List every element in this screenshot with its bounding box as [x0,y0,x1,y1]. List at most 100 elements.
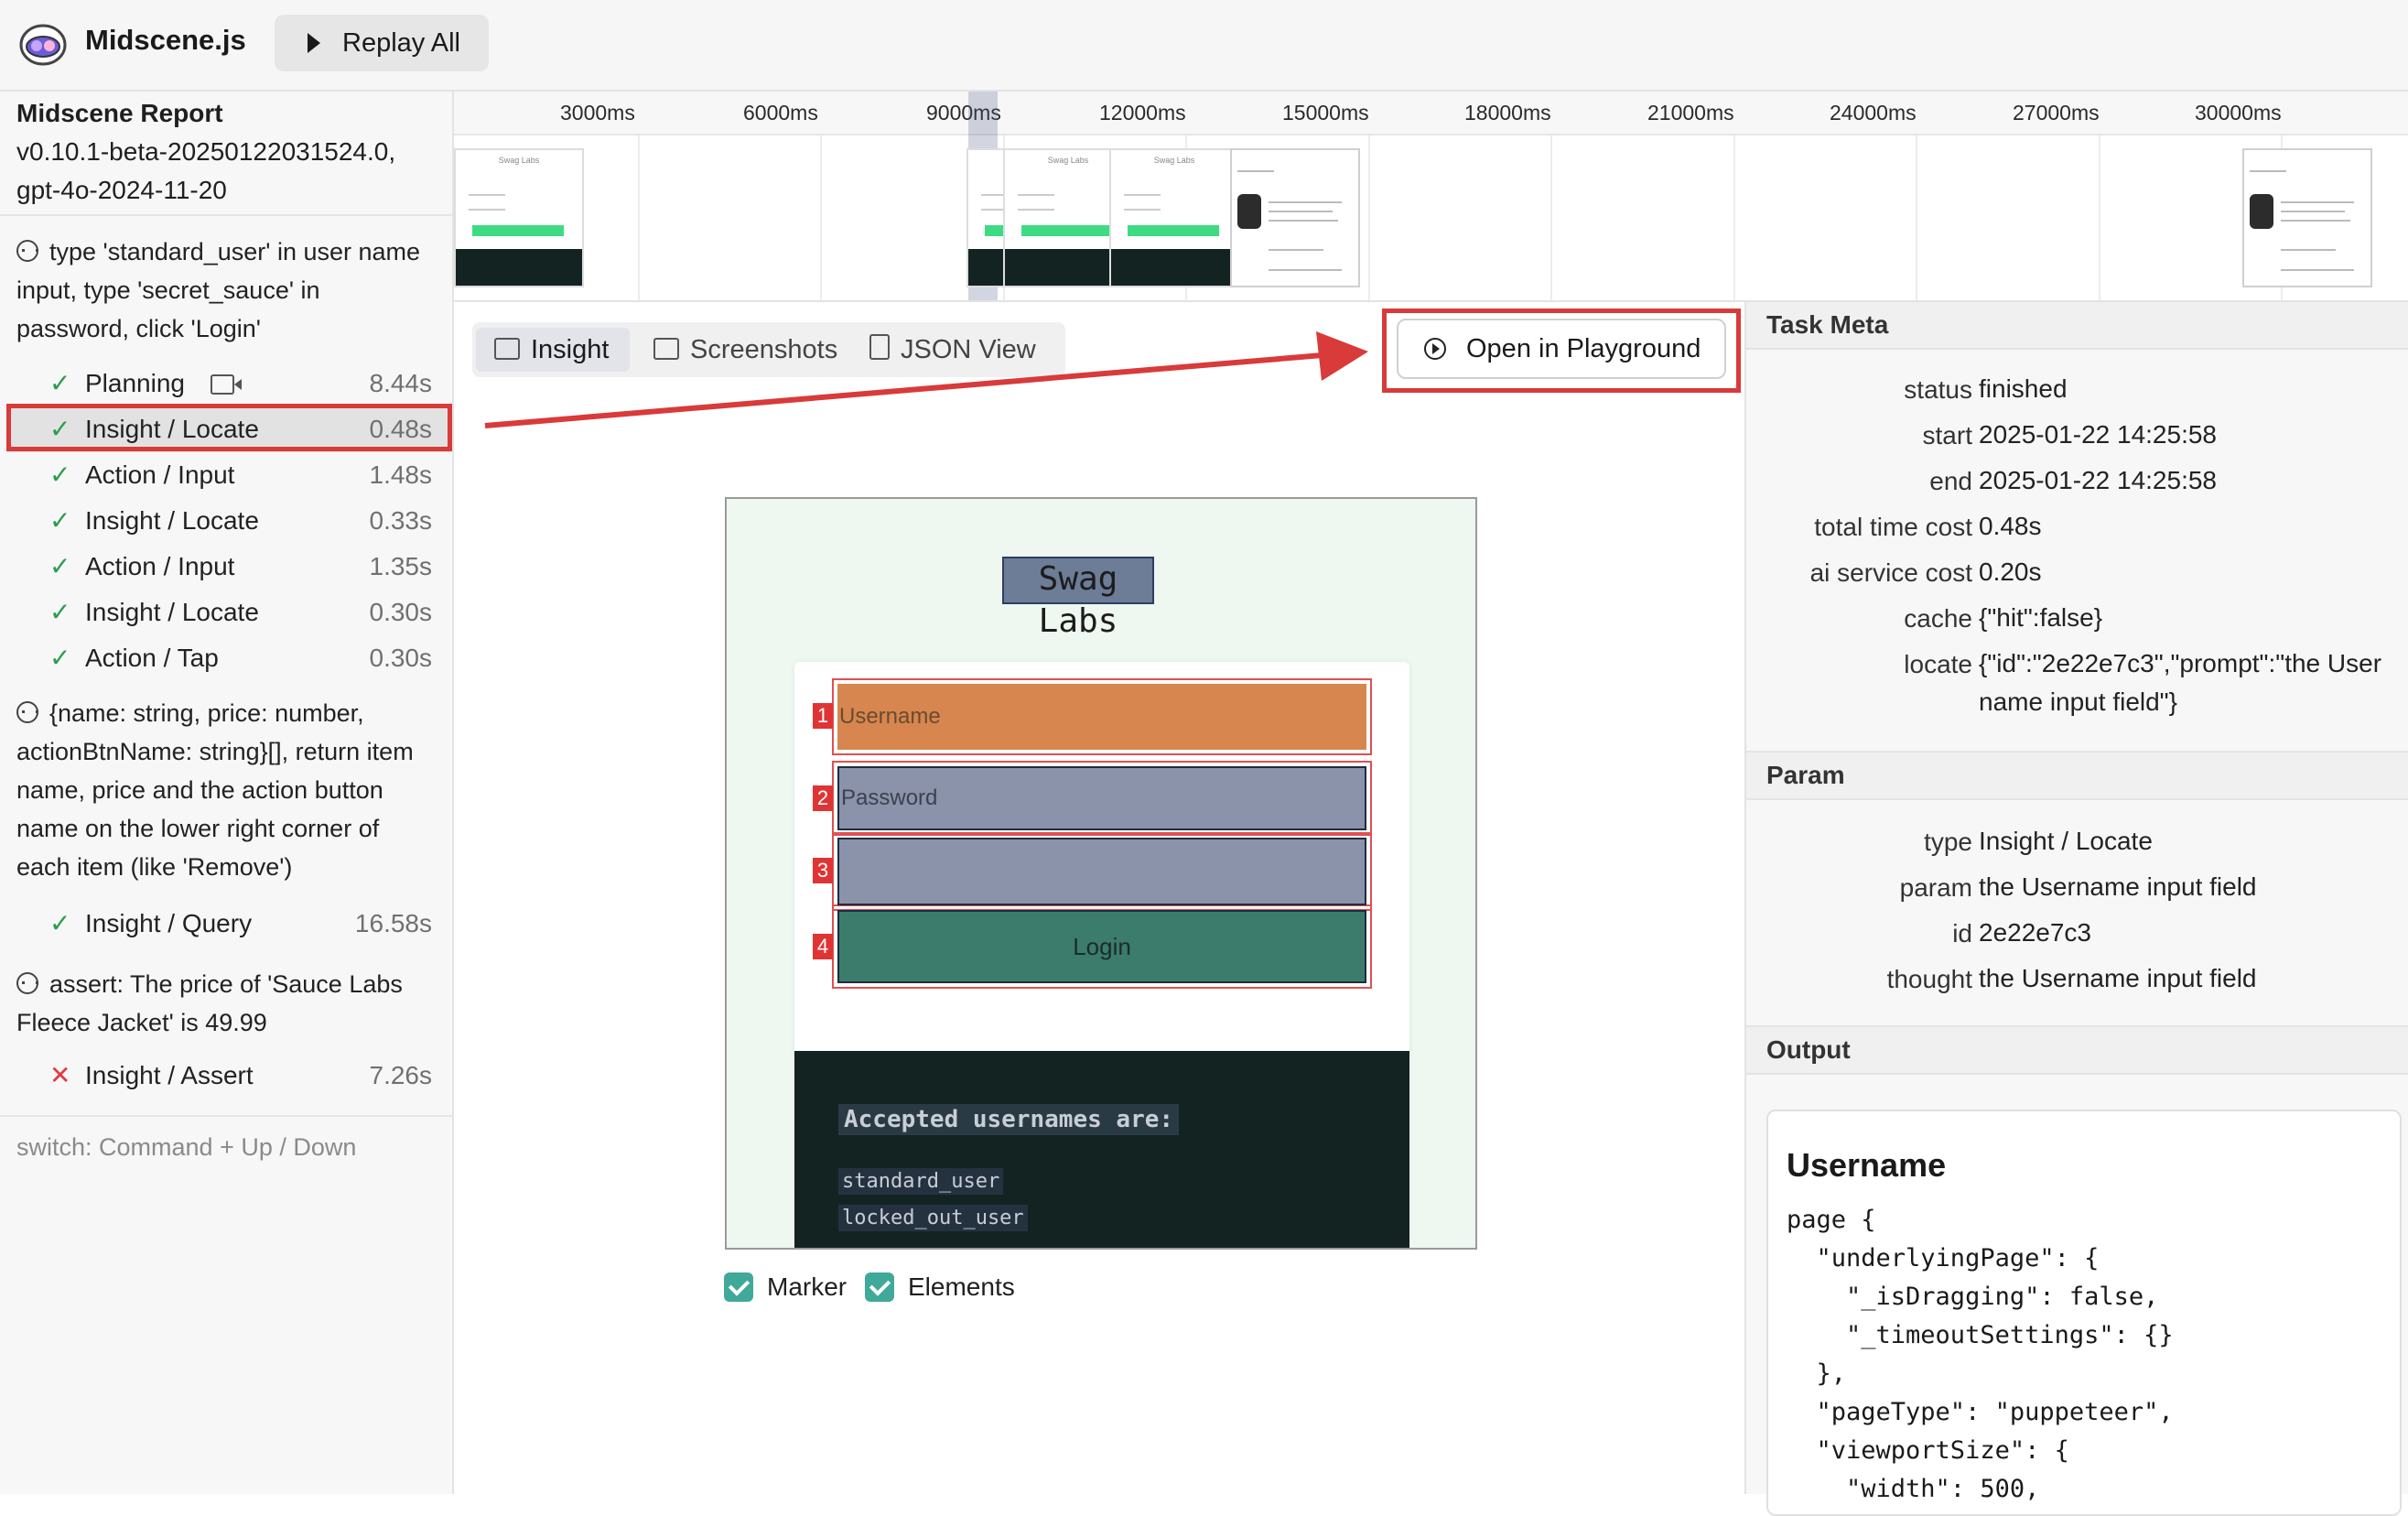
marker-toggle[interactable]: Marker [724,1272,847,1304]
task-label: Insight / Locate [85,506,259,535]
task-group-title[interactable]: {name: string, price: number, actionBtnN… [16,694,437,886]
app-title: Midscene.js [85,24,246,56]
meta-value: {"id":"2e22e7c3","prompt":"the Username … [1979,649,2382,716]
task-row[interactable]: ✕ Insight / Assert 7.26s [7,1053,450,1099]
timeline-tick: 30000ms [2195,101,2282,125]
timeline-thumbnail[interactable]: Swag Labs [1109,148,1239,287]
play-circle-icon [1424,338,1446,360]
timeline-thumbnail-products[interactable] [1230,148,1360,287]
param-key: param [1899,873,1972,902]
timeline-ruler: 3000ms 6000ms 9000ms 12000ms 15000ms 180… [454,92,2408,135]
annotation-highlight-box [6,404,452,451]
meta-value: 2025-01-22 14:25:58 [1979,420,2217,449]
check-icon: ✓ [49,552,71,580]
meta-key: total time cost [1814,513,1972,541]
meta-value: 2025-01-22 14:25:58 [1979,466,2217,494]
output-code: page { "underlyingPage": { "_isDragging"… [1787,1206,2174,1503]
task-row[interactable]: ✓ Insight / Locate 0.33s [7,498,450,544]
meta-key: status [1904,375,1972,404]
output-title: Username [1787,1146,1947,1184]
task-label: Insight / Locate [85,598,259,626]
elements-label: Elements [908,1272,1015,1301]
sidebar: Midscene Report v0.10.1-beta-20250122031… [0,92,454,1494]
checkbox-checked-icon[interactable] [724,1272,753,1302]
message-icon [16,240,38,262]
element-marker-number: 1 [813,703,833,729]
meta-key: start [1922,421,1972,449]
param-key: type [1924,828,1972,856]
preview-page-title: Swag Labs [1002,557,1154,640]
check-icon: ✓ [49,506,71,535]
timeline-thumbnail[interactable]: Swag Labs [454,148,584,287]
element-marker-number: 2 [813,785,833,811]
task-duration: 16.58s [354,909,432,937]
report-model: gpt-4o-2024-11-20 [16,176,227,204]
meta-value: {"hit":false} [1979,603,2103,632]
param-value: the Username input field [1979,872,2257,901]
check-icon: ✓ [49,598,71,626]
marker-label: Marker [767,1272,848,1301]
task-group-title[interactable]: assert: The price of 'Sauce Labs Fleece … [16,965,437,1042]
task-duration: 8.44s [369,369,433,397]
param-key: id [1952,919,1972,948]
task-duration: 0.33s [369,506,433,535]
task-duration: 1.48s [369,460,433,489]
task-row[interactable]: ✓ Insight / Locate 0.30s [7,590,450,635]
timeline-tick: 27000ms [2013,101,2100,125]
cross-icon: ✕ [49,1061,71,1089]
report-version: v0.10.1-beta-20250122031524.0, [16,137,396,166]
preview-credentials-panel: Accepted usernames are: standard_user lo… [794,1051,1409,1248]
username-item: standard_user [838,1168,1004,1195]
timeline-tick: 12000ms [1099,101,1186,125]
check-icon: ✓ [49,369,71,397]
meta-key: end [1929,467,1972,495]
open-in-playground-button[interactable]: Open in Playground [1397,319,1726,379]
param-value: 2e22e7c3 [1979,918,2092,947]
task-group-title[interactable]: type 'standard_user' in user name input,… [16,233,437,348]
task-row[interactable]: ✓ Action / Tap 0.30s [7,635,450,681]
detail-panel: Task Meta status finished start 2025-01-… [1744,302,2408,1516]
output-box: Username page { "underlyingPage": { "_is… [1766,1110,2402,1516]
task-label: Insight / Query [85,909,253,937]
timeline-tick: 24000ms [1830,101,1917,125]
param-header: Param [1746,751,2408,800]
check-icon: ✓ [49,909,71,937]
message-icon [16,701,38,723]
timeline-tick: 6000ms [743,101,818,125]
midscene-logo-icon [16,16,70,70]
checkbox-checked-icon[interactable] [865,1272,894,1302]
element-marker-number: 4 [813,934,833,959]
task-row-planning[interactable]: ✓ Planning 8.44s [7,361,450,406]
meta-key: cache [1904,604,1972,633]
task-label: Action / Tap [85,644,219,672]
meta-value: 0.20s [1979,558,2042,586]
username-item: locked_out_user [838,1205,1028,1231]
report-title: Midscene Report [16,99,223,127]
timeline-tick: 18000ms [1464,101,1551,125]
task-row[interactable]: ✓ Action / Input 1.48s [7,452,450,498]
replay-all-button[interactable]: Replay All [275,15,489,71]
preview-empty-field [837,838,1366,905]
param-value: Insight / Locate [1979,827,2153,855]
task-row[interactable]: ✓ Action / Input 1.35s [7,544,450,590]
timeline-thumbnail-products[interactable] [2242,148,2372,287]
task-meta-header: Task Meta [1746,302,2408,350]
param-value: the Username input field [1979,964,2257,992]
timeline[interactable]: 3000ms 6000ms 9000ms 12000ms 15000ms 180… [454,92,2408,302]
top-bar: Midscene.js Replay All [0,0,2408,92]
preview-password-field: Password [837,766,1366,830]
preview-login-button: Login [837,910,1366,983]
task-label: Planning [85,369,185,397]
video-icon [211,374,242,395]
output-header: Output [1746,1025,2408,1075]
divider [0,1115,452,1117]
timeline-tick: 15000ms [1282,101,1369,125]
task-duration: 1.35s [369,552,433,580]
elements-toggle[interactable]: Elements [865,1272,1020,1304]
accepted-usernames-heading: Accepted usernames are: [838,1104,1180,1135]
switch-hint: switch: Command + Up / Down [16,1133,357,1161]
check-icon: ✓ [49,644,71,672]
task-row[interactable]: ✓ Insight / Query 16.58s [7,901,450,947]
task-duration: 0.30s [369,644,433,672]
annotation-arrow [484,331,1368,428]
